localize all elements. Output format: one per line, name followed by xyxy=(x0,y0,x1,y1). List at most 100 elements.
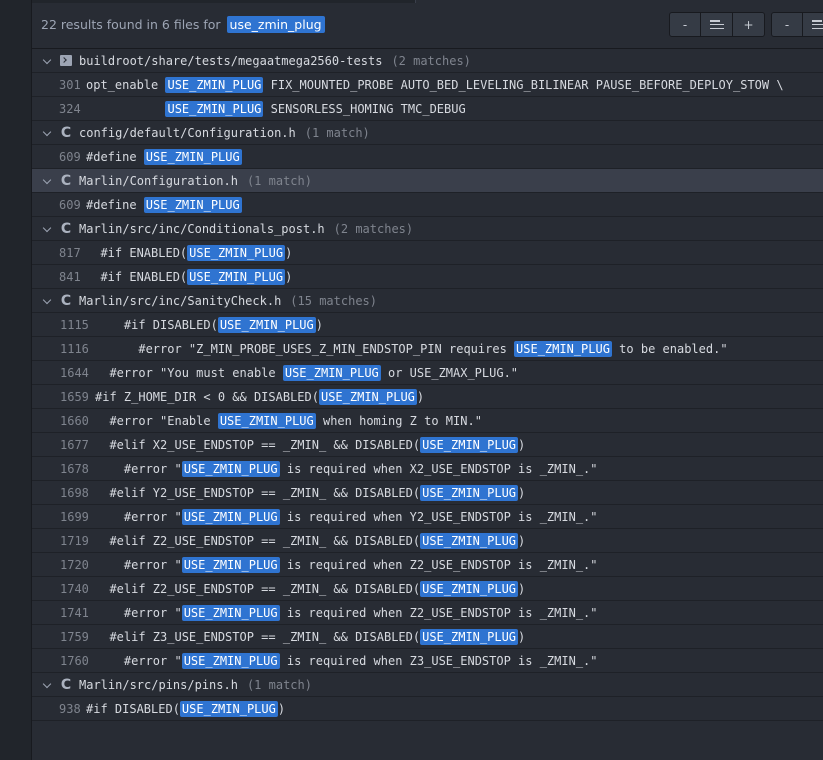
match-row[interactable]: 1659 #if Z_HOME_DIR < 0 && DISABLED(USE_Z… xyxy=(32,385,823,409)
line-number: 1759 xyxy=(60,629,89,644)
line-number: 1719 xyxy=(60,533,89,548)
code-before-match: #elif X2_USE_ENDSTOP == _ZMIN_ && DISABL… xyxy=(95,437,421,452)
match-count: (2 matches) xyxy=(391,53,471,68)
line-number: 817 xyxy=(59,245,81,260)
chevron-down-icon[interactable] xyxy=(43,681,51,689)
file-result-row[interactable]: C Marlin/src/pins/pins.h (1 match) xyxy=(32,673,823,697)
code-before-match: #if ENABLED( xyxy=(86,269,188,284)
match-highlight: USE_ZMIN_PLUG xyxy=(181,556,280,573)
match-row[interactable]: 1740 #elif Z2_USE_ENDSTOP == _ZMIN_ && D… xyxy=(32,577,823,601)
match-count: (1 match) xyxy=(246,677,312,692)
match-highlight: USE_ZMIN_PLUG xyxy=(181,508,280,525)
results-summary-text: 22 results found in 6 files for xyxy=(41,17,221,32)
match-count: (2 matches) xyxy=(333,221,414,236)
match-highlight: USE_ZMIN_PLUG xyxy=(181,460,280,477)
collapse-all-button[interactable]: - xyxy=(669,12,701,37)
match-row[interactable]: 1116 #error "Z_MIN_PROBE_USES_Z_MIN_ENDS… xyxy=(32,337,823,361)
chevron-down-icon[interactable] xyxy=(43,177,51,185)
match-row[interactable]: 1760 #error " USE_ZMIN_PLUG is required w… xyxy=(32,649,823,673)
code-line: #define USE_ZMIN_PLUG xyxy=(86,196,242,213)
match-highlight: USE_ZMIN_PLUG xyxy=(282,364,381,381)
code-before-match: #error " xyxy=(95,461,182,476)
file-result-row[interactable]: Cconfig/default/Configuration.h (1 match) xyxy=(32,121,823,145)
line-number: 1720 xyxy=(60,557,89,572)
file-path: config/default/Configuration.h xyxy=(79,125,296,140)
match-highlight: USE_ZMIN_PLUG xyxy=(318,388,417,405)
match-row[interactable]: 1678 #error " USE_ZMIN_PLUG is required w… xyxy=(32,457,823,481)
find-results-panel: 22 results found in 6 files for use_zmin… xyxy=(32,0,823,760)
code-line: #if Z_HOME_DIR < 0 && DISABLED(USE_ZMIN_… xyxy=(95,388,424,405)
match-row[interactable]: 1115 #if DISABLED(USE_ZMIN_PLUG) xyxy=(32,313,823,337)
code-after-match: is required when Z2_USE_ENDSTOP is _ZMIN… xyxy=(279,605,598,620)
file-path: Marlin/src/inc/SanityCheck.h xyxy=(79,293,282,308)
code-before-match: #error " xyxy=(95,509,182,524)
match-row[interactable]: 1759 #elif Z3_USE_ENDSTOP == _ZMIN_ && D… xyxy=(32,625,823,649)
code-before-match: #if DISABLED( xyxy=(95,317,218,332)
code-before-match: #error " xyxy=(95,557,182,572)
code-after-match: FIX_MOUNTED_PROBE AUTO_BED_LEVELING_BILI… xyxy=(263,77,784,92)
match-count: (1 match) xyxy=(304,125,370,140)
code-line: #error " USE_ZMIN_PLUG is required when Z… xyxy=(95,604,598,621)
chevron-down-icon[interactable] xyxy=(43,57,51,65)
code-after-match: ) xyxy=(277,701,286,716)
line-number: 1741 xyxy=(60,605,89,620)
code-before-match: #elif Z2_USE_ENDSTOP == _ZMIN_ && DISABL… xyxy=(95,581,421,596)
match-row[interactable]: 1677 #elif X2_USE_ENDSTOP == _ZMIN_ && D… xyxy=(32,433,823,457)
results-list: buildroot/share/tests/megaatmega2560-tes… xyxy=(32,49,823,721)
line-number: 1659 xyxy=(60,389,89,404)
search-query-highlight: use_zmin_plug xyxy=(226,16,325,33)
chevron-down-icon[interactable] xyxy=(43,225,51,233)
code-after-match: is required when Z3_USE_ENDSTOP is _ZMIN… xyxy=(279,653,598,668)
match-highlight: USE_ZMIN_PLUG xyxy=(420,484,519,501)
file-result-row[interactable]: buildroot/share/tests/megaatmega2560-tes… xyxy=(32,49,823,73)
match-row[interactable]: 1644 #error "You must enable USE_ZMIN_PL… xyxy=(32,361,823,385)
code-line: #if ENABLED(USE_ZMIN_PLUG) xyxy=(86,244,292,261)
code-before-match: #if Z_HOME_DIR < 0 && DISABLED( xyxy=(95,389,319,404)
file-result-row[interactable]: C Marlin/Configuration.h (1 match) xyxy=(32,169,823,193)
context-lines-group: - xyxy=(771,12,823,37)
code-after-match: ) xyxy=(518,581,526,596)
match-row[interactable]: 301 opt_enable USE_ZMIN_PLUG FIX_MOUNTED_… xyxy=(32,73,823,97)
code-before-match: opt_enable xyxy=(86,77,166,92)
match-row[interactable]: 609 #define USE_ZMIN_PLUG xyxy=(32,193,823,217)
match-row[interactable]: 324 USE_ZMIN_PLUG SENSORLESS_HOMING TMC_… xyxy=(32,97,823,121)
chevron-down-icon[interactable] xyxy=(43,297,51,305)
file-result-row[interactable]: C Marlin/src/inc/Conditionals_post.h (2 ma… xyxy=(32,217,823,241)
match-row[interactable]: 1660 #error "Enable USE_ZMIN_PLUG when h… xyxy=(32,409,823,433)
results-header: 22 results found in 6 files for use_zmin… xyxy=(32,3,823,49)
code-line: opt_enable USE_ZMIN_PLUG FIX_MOUNTED_PRO… xyxy=(86,76,784,93)
list-icon xyxy=(811,20,823,29)
match-row[interactable]: 841 #if ENABLED(USE_ZMIN_PLUG) xyxy=(32,265,823,289)
match-row[interactable]: 1719 #elif Z2_USE_ENDSTOP == _ZMIN_ && D… xyxy=(32,529,823,553)
decrease-context-button[interactable]: - xyxy=(771,12,803,37)
match-row[interactable]: 609 #define USE_ZMIN_PLUG xyxy=(32,145,823,169)
match-row[interactable]: 938 #if DISABLED(USE_ZMIN_PLUG) xyxy=(32,697,823,721)
code-after-match: is required when Y2_USE_ENDSTOP is _ZMIN… xyxy=(279,509,598,524)
terminal-icon xyxy=(59,54,73,68)
expand-all-button[interactable]: + xyxy=(733,12,765,37)
code-after-match: when homing Z to MIN." xyxy=(315,413,482,428)
context-lines-button[interactable] xyxy=(803,12,823,37)
code-line: #if DISABLED(USE_ZMIN_PLUG) xyxy=(95,316,323,333)
match-count: (1 match) xyxy=(246,173,312,188)
c-file-icon: C xyxy=(60,124,72,141)
match-row[interactable]: 817 #if ENABLED(USE_ZMIN_PLUG) xyxy=(32,241,823,265)
match-row[interactable]: 1720 #error " USE_ZMIN_PLUG is required w… xyxy=(32,553,823,577)
match-highlight: USE_ZMIN_PLUG xyxy=(143,196,242,213)
match-highlight: USE_ZMIN_PLUG xyxy=(143,148,242,165)
match-row[interactable]: 1699 #error " USE_ZMIN_PLUG is required w… xyxy=(32,505,823,529)
match-row[interactable]: 1698 #elif Y2_USE_ENDSTOP == _ZMIN_ && D… xyxy=(32,481,823,505)
file-path: Marlin/src/inc/Conditionals_post.h xyxy=(79,221,325,236)
match-row[interactable]: 1741 #error " USE_ZMIN_PLUG is required w… xyxy=(32,601,823,625)
code-after-match: SENSORLESS_HOMING TMC_DEBUG xyxy=(263,101,466,116)
code-line: USE_ZMIN_PLUG SENSORLESS_HOMING TMC_DEBU… xyxy=(86,100,466,117)
line-number: 1740 xyxy=(60,581,89,596)
line-number: 1678 xyxy=(60,461,89,476)
chevron-down-icon[interactable] xyxy=(43,129,51,137)
match-highlight: USE_ZMIN_PLUG xyxy=(165,100,264,117)
code-line: #elif Z2_USE_ENDSTOP == _ZMIN_ && DISABL… xyxy=(95,532,525,549)
file-result-row[interactable]: C Marlin/src/inc/SanityCheck.h (15 matches… xyxy=(32,289,823,313)
code-line: #error " USE_ZMIN_PLUG is required when X… xyxy=(95,460,598,477)
toggle-list-button[interactable] xyxy=(701,12,733,37)
code-before-match xyxy=(86,102,165,116)
